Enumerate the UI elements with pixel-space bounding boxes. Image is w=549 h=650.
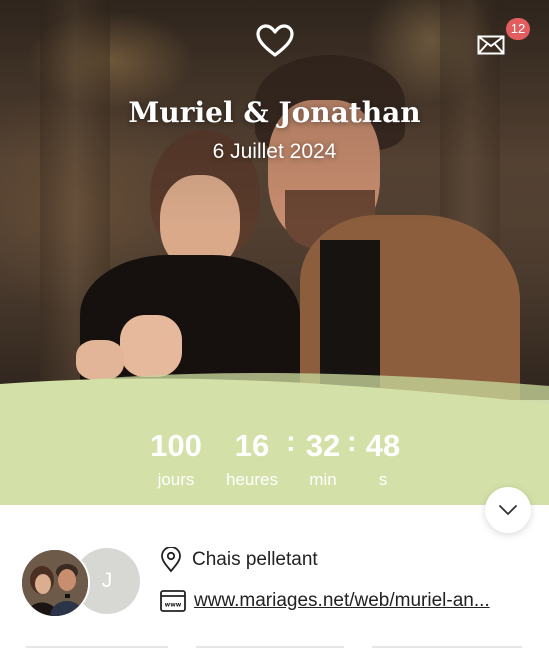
countdown-seconds-label: s xyxy=(378,470,388,489)
countdown-days: 100 xyxy=(150,428,202,463)
envelope-icon xyxy=(477,35,505,55)
map-pin-icon xyxy=(161,547,181,573)
wedding-date: 6 Juillet 2024 xyxy=(212,140,337,163)
countdown-days-label: jours xyxy=(157,470,195,489)
expand-button[interactable] xyxy=(485,487,531,533)
countdown-minutes: 32 xyxy=(305,428,341,463)
location-text: Chais pelletant xyxy=(192,549,318,570)
couple-avatar[interactable] xyxy=(20,548,90,618)
heart-outline-icon xyxy=(256,24,294,58)
website-row[interactable]: www www.mariages.net/web/muriel-an... xyxy=(160,590,490,612)
countdown-hours: 16 xyxy=(234,428,270,463)
countdown-seconds: 48 xyxy=(365,428,401,463)
couple-names: Muriel & Jonathan xyxy=(128,96,421,129)
messages-count-badge: 12 xyxy=(506,18,530,40)
countdown-separator: : xyxy=(347,426,357,458)
browser-window-icon: www xyxy=(160,590,186,612)
website-link[interactable]: www.mariages.net/web/muriel-an... xyxy=(194,590,490,612)
bottom-cards-edge xyxy=(0,646,549,650)
countdown-separator: : xyxy=(286,426,296,458)
countdown-hours-label: heures xyxy=(226,470,278,489)
chevron-down-icon xyxy=(499,505,517,515)
location-row[interactable]: Chais pelletant xyxy=(160,547,318,573)
svg-text:www: www xyxy=(165,602,182,609)
countdown-minutes-label: min xyxy=(309,470,337,489)
